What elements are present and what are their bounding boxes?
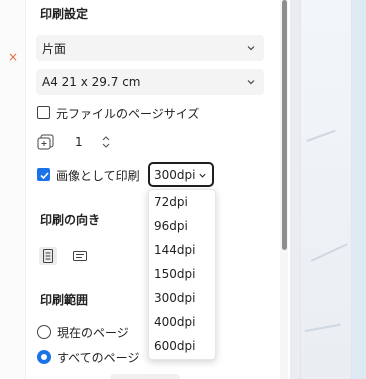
dpi-option-400[interactable]: 400dpi (154, 310, 212, 334)
bottom-button-edge (110, 374, 180, 379)
stepper-arrows-icon[interactable] (101, 133, 111, 151)
image-print-checkbox[interactable] (37, 168, 50, 181)
print-settings-screen: × 印刷設定 片面 A4 21 x 29.7 cm 元ファイルのページサイズ 1… (0, 0, 366, 379)
edge-marker-icon: × (8, 50, 19, 64)
dpi-option-96[interactable]: 96dpi (154, 214, 212, 238)
print-range-title: 印刷範囲 (40, 293, 89, 307)
original-size-checkbox[interactable] (37, 106, 50, 119)
dpi-dropdown-list: 72dpi 96dpi 144dpi 150dpi 300dpi 400dpi … (148, 189, 216, 360)
portrait-orientation-button[interactable] (39, 247, 57, 265)
all-pages-radio[interactable] (37, 350, 51, 364)
orientation-title: 印刷の向き (40, 213, 101, 227)
checkmark-icon (40, 172, 49, 180)
left-edge-strip: × (0, 0, 26, 379)
copies-icon (37, 134, 54, 150)
preview-decoration (306, 129, 336, 142)
paper-size-value: A4 21 x 29.7 cm (42, 75, 141, 89)
all-pages-label: すべてのページ (57, 351, 140, 365)
chevron-down-icon (199, 173, 206, 178)
dpi-option-144[interactable]: 144dpi (154, 238, 212, 262)
copies-value[interactable]: 1 (75, 135, 83, 149)
original-size-label: 元ファイルのページサイズ (56, 107, 200, 121)
print-settings-title: 印刷設定 (40, 7, 89, 21)
dpi-select[interactable]: 300dpi (148, 162, 214, 187)
current-page-radio[interactable] (37, 325, 51, 339)
chevron-down-icon (247, 80, 255, 85)
preview-decoration (310, 243, 348, 262)
dpi-option-300[interactable]: 300dpi (154, 286, 212, 310)
dpi-option-72[interactable]: 72dpi (154, 190, 212, 214)
chevron-down-icon (247, 46, 255, 51)
sides-select[interactable]: 片面 (36, 35, 264, 61)
preview-right-margin (352, 0, 366, 379)
sides-select-value: 片面 (42, 41, 67, 56)
dpi-option-600[interactable]: 600dpi (154, 334, 212, 358)
dpi-option-150[interactable]: 150dpi (154, 262, 212, 286)
paper-size-select[interactable]: A4 21 x 29.7 cm (36, 69, 264, 95)
portrait-orientation-icon (43, 249, 53, 263)
current-page-label: 現在のページ (57, 326, 129, 340)
preview-decoration (304, 323, 341, 332)
landscape-orientation-button[interactable] (71, 247, 89, 265)
document-preview-page (300, 0, 352, 379)
image-print-label: 画像として印刷 (56, 169, 140, 183)
dpi-select-value: 300dpi (154, 167, 196, 182)
landscape-orientation-icon (73, 251, 87, 261)
panel-scrollbar-thumb[interactable] (282, 0, 287, 250)
